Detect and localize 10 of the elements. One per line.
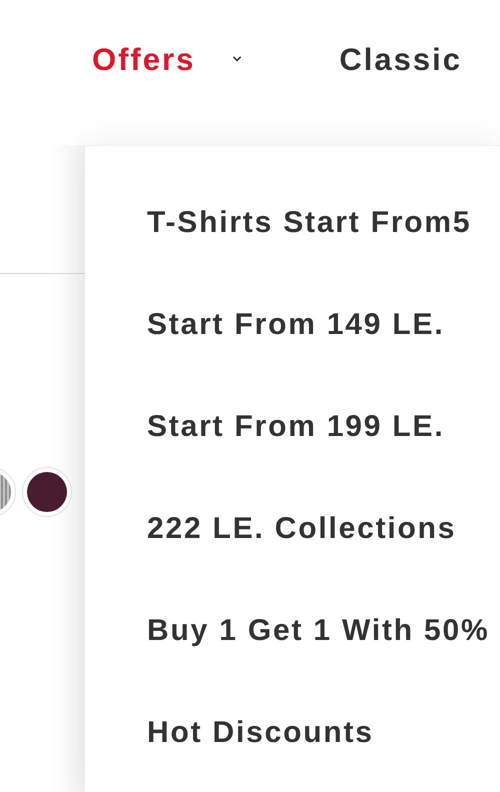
menu-item[interactable]: Hot Discounts	[147, 714, 500, 752]
menu-item[interactable]: Start From 199 LE.	[147, 408, 500, 446]
color-swatch[interactable]	[22, 467, 72, 517]
menu-item[interactable]: Buy 1 Get 1 With 50%	[147, 612, 500, 650]
nav-link[interactable]: Offers	[92, 42, 196, 78]
menu-item[interactable]: 222 LE. Collections	[147, 510, 500, 548]
nav-link[interactable]: Classic	[339, 42, 462, 78]
menu-item[interactable]: Start From 149 LE.	[147, 306, 500, 344]
menu-item[interactable]: T-Shirts Start From5	[147, 204, 500, 242]
chevron-down-icon[interactable]	[233, 54, 242, 64]
